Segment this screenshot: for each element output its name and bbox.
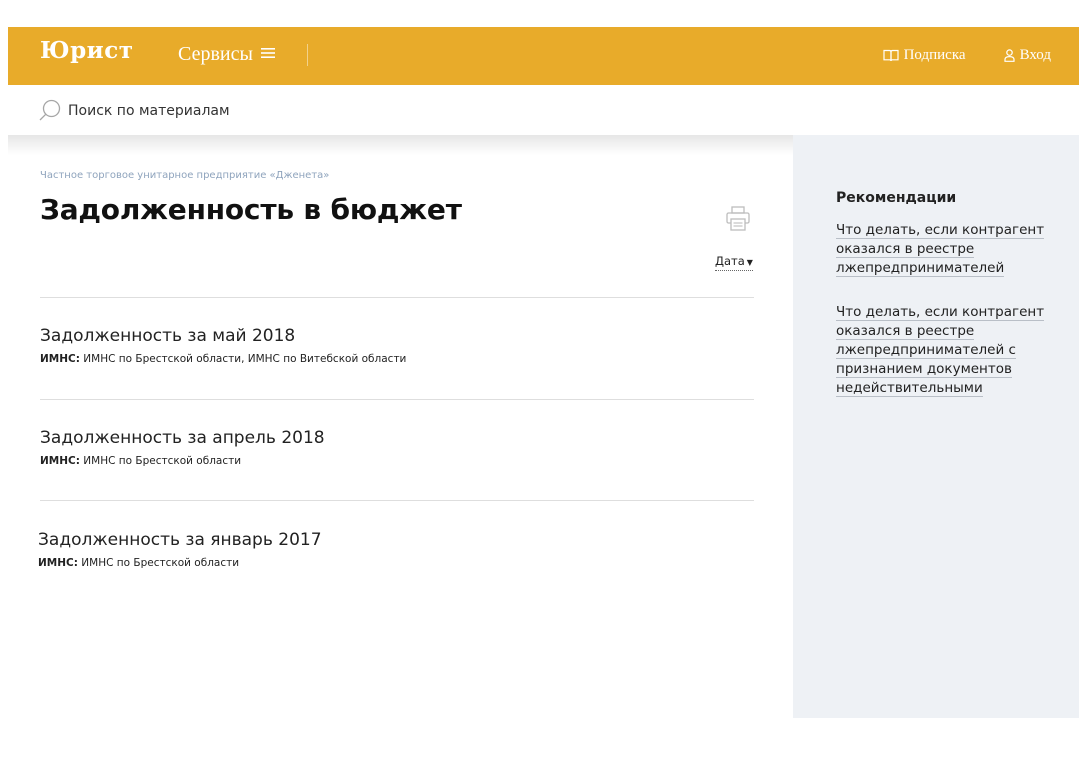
list-item-meta: ИМНС: ИМНС по Брестской области, ИМНС по… [40,353,754,365]
sort-label: Дата [715,254,745,268]
hamburger-icon [260,47,275,63]
caret-down-icon: ▼ [746,258,753,267]
meta-value: ИМНС по Брестской области [83,455,242,467]
list-item-meta: ИМНС: ИМНС по Брестской области [40,455,754,467]
list-item: Задолженность за январь 2017 ИМНС: ИМНС … [38,529,752,569]
search-bar [8,85,1079,135]
book-icon [882,49,899,62]
divider [40,297,754,298]
subscription-link[interactable]: Подписка [882,47,966,64]
list-item-title[interactable]: Задолженность за январь 2017 [38,529,752,551]
subscription-label: Подписка [903,47,966,63]
search-icon[interactable] [39,99,63,127]
recommendations-sidebar: Рекомендации Что делать, если контрагент… [793,135,1079,718]
list-item-meta: ИМНС: ИМНС по Брестской области [38,557,752,569]
services-menu-button[interactable]: Сервисы [178,43,275,66]
recommendation-link[interactable]: Что делать, если контрагент оказался в р… [836,303,1046,398]
printer-icon[interactable] [724,205,752,237]
sidebar-title: Рекомендации [836,190,957,206]
recommendation-link-text: Что делать, если контрагент оказался в р… [836,304,1045,397]
meta-value: ИМНС по Брестской области, ИМНС по Витеб… [83,353,407,365]
header-divider [307,44,308,66]
divider [40,399,754,400]
divider [40,500,754,501]
meta-label: ИМНС: [38,557,78,569]
top-navigation-bar: Юрист Сервисы Подписка Вход [8,27,1079,85]
user-icon [1003,49,1015,62]
recommendation-link[interactable]: Что делать, если контрагент оказался в р… [836,221,1046,278]
list-item-title[interactable]: Задолженность за май 2018 [40,325,754,347]
meta-label: ИМНС: [40,353,80,365]
sort-by-date-dropdown[interactable]: Дата ▼ [715,254,753,271]
list-item: Задолженность за апрель 2018 ИМНС: ИМНС … [40,427,754,467]
login-label: Вход [1019,47,1051,63]
list-item: Задолженность за май 2018 ИМНС: ИМНС по … [40,325,754,365]
services-label: Сервисы [178,43,253,65]
page-title: Задолженность в бюджет [40,193,462,226]
header-actions: Подписка Вход [882,47,1051,64]
search-shadow [8,135,793,155]
list-item-title[interactable]: Задолженность за апрель 2018 [40,427,754,449]
recommendation-link-text: Что делать, если контрагент оказался в р… [836,222,1045,277]
meta-value: ИМНС по Брестской области [81,557,240,569]
search-input[interactable] [66,98,570,124]
login-link[interactable]: Вход [1003,47,1051,64]
breadcrumb[interactable]: Частное торговое унитарное предприятие «… [40,170,329,181]
page: Юрист Сервисы Подписка Вход Поиск по мат… [0,0,1088,758]
site-logo[interactable]: Юрист [40,37,134,64]
meta-label: ИМНС: [40,455,80,467]
